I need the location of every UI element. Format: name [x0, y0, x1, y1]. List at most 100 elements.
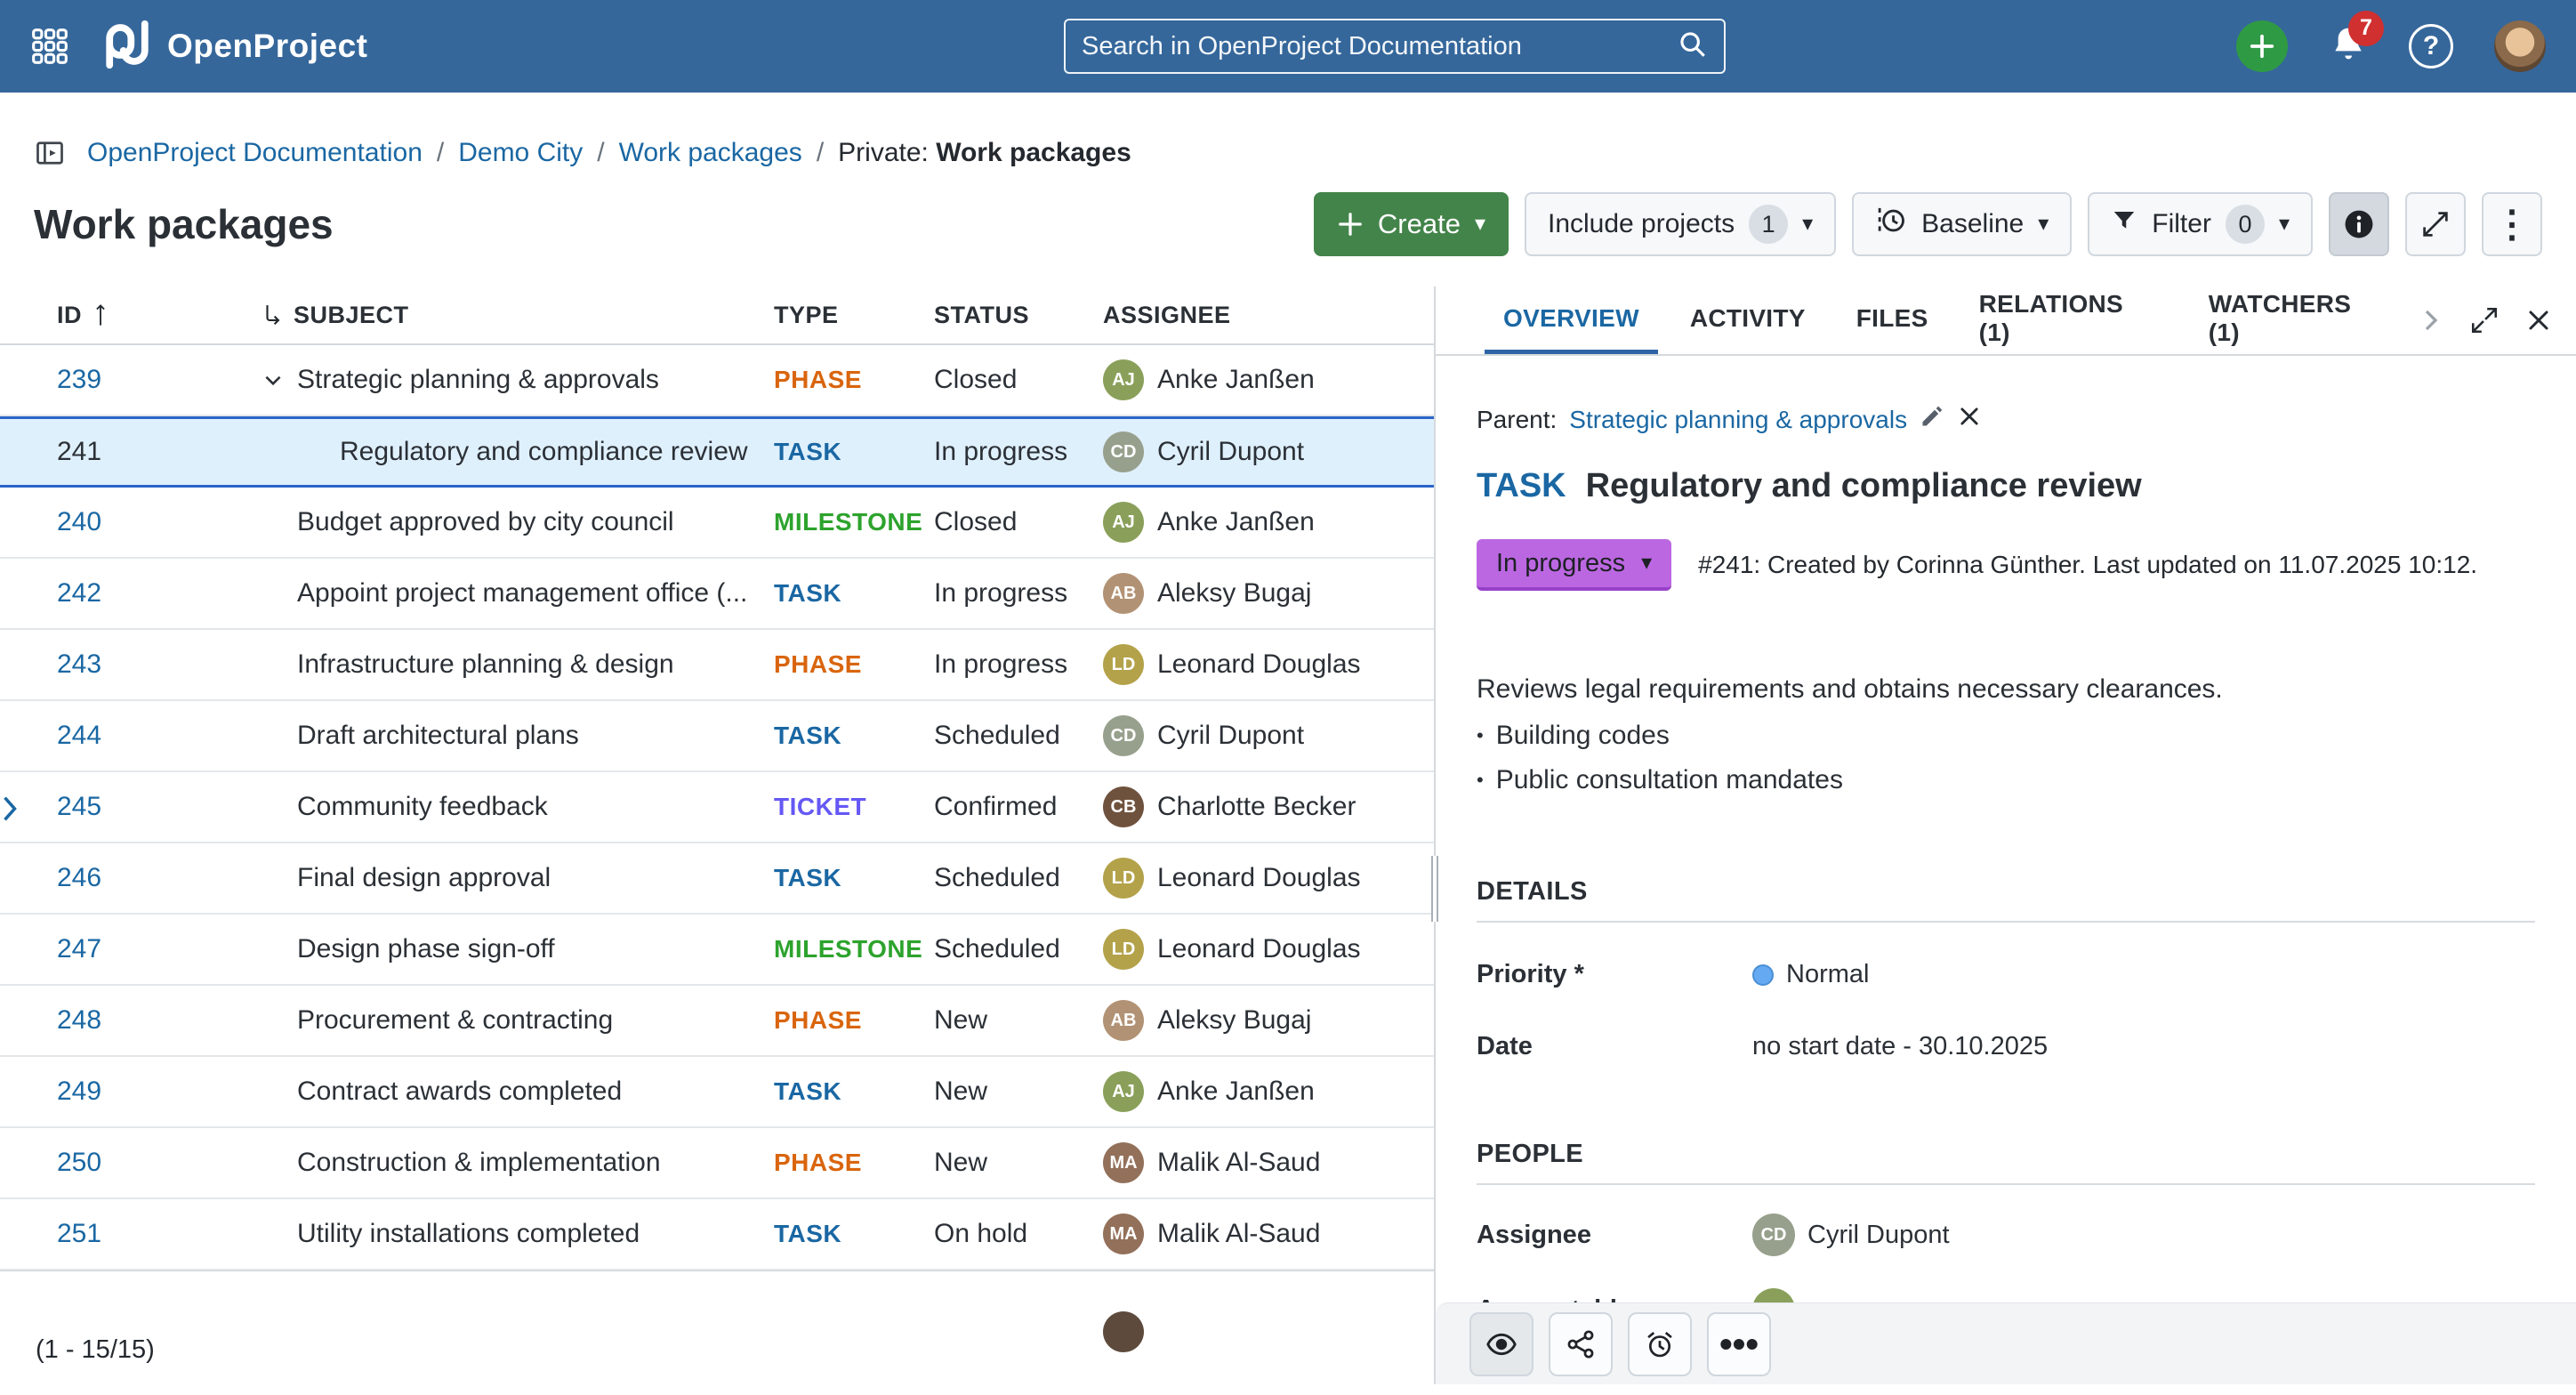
column-header-subject[interactable]: SUBJECT [262, 302, 774, 329]
tab-relations-1[interactable]: RELATIONS (1) [1960, 286, 2177, 354]
table-row-239[interactable]: 239Strategic planning & approvalsPHASECl… [0, 345, 1434, 416]
status-dropdown[interactable]: In progress ▾ [1477, 539, 1671, 591]
work-package-subject[interactable]: Procurement & contracting [297, 1005, 613, 1036]
remove-parent-icon[interactable] [1957, 404, 1982, 435]
assignee-name[interactable]: Malik Al-Saud [1157, 1148, 1320, 1178]
assignee-name[interactable]: Leonard Douglas [1157, 649, 1361, 680]
column-header-status[interactable]: STATUS [934, 302, 1103, 329]
work-package-id-link[interactable]: 244 [57, 721, 262, 751]
help-button[interactable]: ? [2409, 24, 2453, 69]
work-package-id-link[interactable]: 248 [57, 1005, 262, 1036]
table-row-241[interactable]: 241Regulatory and compliance reviewTASKI… [0, 416, 1434, 488]
watch-button[interactable] [1469, 1312, 1534, 1376]
assignee-name[interactable]: Leonard Douglas [1157, 863, 1361, 893]
edit-parent-icon[interactable] [1920, 404, 1944, 435]
create-button[interactable]: Create ▾ [1314, 192, 1509, 256]
work-package-id-link[interactable]: 242 [57, 578, 262, 609]
assignee-label[interactable]: Assignee [1477, 1221, 1752, 1250]
table-row-244[interactable]: 244Draft architectural plansTASKSchedule… [0, 701, 1434, 772]
column-header-assignee[interactable]: ASSIGNEE [1103, 302, 1434, 329]
work-package-subject[interactable]: Construction & implementation [297, 1148, 661, 1178]
tab-activity[interactable]: ACTIVITY [1671, 286, 1824, 354]
work-package-subject[interactable]: Contract awards completed [297, 1076, 622, 1107]
work-package-subject[interactable]: Budget approved by city council [297, 507, 674, 537]
filter-button[interactable]: Filter 0 ▾ [2088, 192, 2313, 256]
table-row-251[interactable]: 251Utility installations completedTASKOn… [0, 1199, 1434, 1270]
priority-value[interactable]: Normal [1752, 960, 2535, 989]
work-package-subject[interactable]: Design phase sign-off [297, 934, 555, 964]
user-avatar[interactable] [2494, 20, 2546, 72]
assignee-name[interactable]: Anke Janßen [1157, 507, 1315, 537]
breadcrumb-link[interactable]: Demo City [458, 138, 583, 168]
tab-files[interactable]: FILES [1838, 286, 1947, 354]
table-row-partial[interactable] [0, 1270, 1434, 1377]
work-package-subject-title[interactable]: Regulatory and compliance review [1586, 467, 2142, 505]
notifications-button[interactable]: 7 [2329, 25, 2368, 69]
quick-add-button[interactable] [2236, 20, 2288, 72]
table-row-248[interactable]: 248Procurement & contractingPHASENewABAl… [0, 986, 1434, 1057]
work-package-id-link[interactable]: 245 [57, 792, 262, 822]
work-package-subject[interactable]: Regulatory and compliance review [297, 437, 748, 467]
assignee-name[interactable]: Malik Al-Saud [1157, 1219, 1320, 1249]
tabs-scroll-right-icon[interactable] [2418, 307, 2444, 334]
work-package-subject[interactable]: Appoint project management office (... [297, 578, 747, 609]
table-row-247[interactable]: 247Design phase sign-offMILESTONESchedul… [0, 915, 1434, 986]
collapse-sidebar-icon[interactable] [34, 137, 66, 169]
assignee-name[interactable]: Anke Janßen [1157, 1076, 1315, 1107]
assignee-name[interactable]: Aleksy Bugaj [1157, 578, 1311, 609]
assignee-name[interactable]: Cyril Dupont [1157, 721, 1304, 751]
info-toggle-button[interactable] [2329, 192, 2389, 256]
breadcrumb-link[interactable]: Work packages [619, 138, 802, 168]
table-row-243[interactable]: 243Infrastructure planning & designPHASE… [0, 630, 1434, 701]
work-package-subject[interactable]: Community feedback [297, 792, 548, 822]
assignee-name[interactable]: Anke Janßen [1157, 365, 1315, 395]
work-package-id-link[interactable]: 243 [57, 649, 262, 680]
work-package-id-link[interactable]: 240 [57, 507, 262, 537]
work-package-subject[interactable]: Final design approval [297, 863, 551, 893]
search-input[interactable] [1082, 32, 1678, 61]
share-button[interactable] [1549, 1312, 1613, 1376]
more-options-button[interactable]: ⋮ [2482, 192, 2542, 256]
app-grid-icon[interactable] [30, 27, 69, 66]
expand-panel-icon[interactable] [2469, 305, 2500, 335]
panel-resize-handle[interactable] [1431, 856, 1438, 922]
table-row-245[interactable]: 245Community feedbackTICKETConfirmedCBCh… [0, 772, 1434, 843]
include-projects-button[interactable]: Include projects 1 ▾ [1525, 192, 1836, 256]
parent-link[interactable]: Strategic planning & approvals [1569, 406, 1907, 434]
work-package-subject[interactable]: Strategic planning & approvals [297, 365, 659, 395]
work-package-id-link[interactable]: 241 [57, 437, 262, 467]
assignee-name[interactable]: Charlotte Becker [1157, 792, 1356, 822]
assignee-name[interactable]: Aleksy Bugaj [1157, 1005, 1311, 1036]
global-search[interactable] [1064, 19, 1726, 74]
date-value[interactable]: no start date - 30.10.2025 [1752, 1032, 2535, 1061]
work-package-id-link[interactable]: 250 [57, 1148, 262, 1178]
search-icon[interactable] [1678, 29, 1708, 64]
table-row-246[interactable]: 246Final design approvalTASKScheduledLDL… [0, 843, 1434, 915]
openproject-logo[interactable]: OpenProject [100, 17, 368, 77]
fullscreen-button[interactable] [2405, 192, 2466, 256]
chevron-down-icon[interactable] [262, 368, 297, 391]
assignee-value[interactable]: CD Cyril Dupont [1752, 1214, 2535, 1256]
work-package-id-link[interactable]: 249 [57, 1076, 262, 1107]
close-panel-icon[interactable] [2524, 306, 2553, 335]
work-package-type-label[interactable]: TASK [1477, 467, 1566, 505]
assignee-name[interactable]: Cyril Dupont [1157, 437, 1304, 467]
baseline-button[interactable]: Baseline ▾ [1852, 192, 2072, 256]
work-package-id-link[interactable]: 239 [57, 365, 262, 395]
work-package-id-link[interactable]: 246 [57, 863, 262, 893]
table-row-250[interactable]: 250Construction & implementationPHASENew… [0, 1128, 1434, 1199]
date-label[interactable]: Date [1477, 1032, 1752, 1061]
reminder-button[interactable] [1628, 1312, 1692, 1376]
table-row-240[interactable]: 240Budget approved by city councilMILEST… [0, 488, 1434, 559]
tab-overview[interactable]: OVERVIEW [1485, 286, 1658, 354]
work-package-subject[interactable]: Utility installations completed [297, 1219, 640, 1249]
work-package-id-link[interactable]: 247 [57, 934, 262, 964]
more-actions-button[interactable]: ••• [1707, 1312, 1771, 1376]
priority-label[interactable]: Priority * [1477, 960, 1752, 989]
description-block[interactable]: Reviews legal requirements and obtains n… [1477, 671, 2535, 799]
table-row-242[interactable]: 242 Appoint project management office (..… [0, 559, 1434, 630]
tab-watchers-1[interactable]: WATCHERS (1) [2190, 286, 2404, 354]
column-header-type[interactable]: TYPE [774, 302, 934, 329]
column-header-id[interactable]: ID [57, 302, 262, 329]
work-package-subject[interactable]: Infrastructure planning & design [297, 649, 674, 680]
